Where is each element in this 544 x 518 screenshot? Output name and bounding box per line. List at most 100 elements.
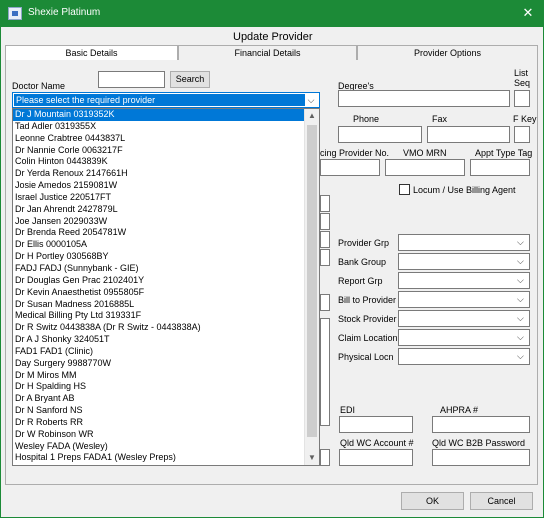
- doctor-option[interactable]: Colin Hinton 0443839K: [13, 156, 306, 168]
- appt-type-tag-label: Appt Type Tag: [475, 148, 533, 158]
- chevron-down-icon: ⌵: [517, 294, 524, 304]
- edi-label: EDI: [340, 405, 356, 415]
- dialog-heading: Update Provider: [233, 31, 313, 43]
- doctor-option[interactable]: Hospital 1 Preps FADA1 (Wesley Preps): [13, 452, 306, 464]
- fax-label: Fax: [432, 114, 448, 124]
- appt-type-tag-field[interactable]: [470, 159, 530, 176]
- doctor-option[interactable]: Dr H Portley 030568BY: [13, 251, 306, 263]
- qld-wc-b2b-field[interactable]: [432, 449, 530, 466]
- doctor-option[interactable]: Dr A J Shonky 324051T: [13, 334, 306, 346]
- hidden-field-2[interactable]: [320, 213, 330, 230]
- doctor-option[interactable]: Dr R Roberts RR: [13, 417, 306, 429]
- list-seq-field[interactable]: [514, 90, 530, 107]
- billing-provider-field[interactable]: [320, 159, 380, 176]
- billing-provider-label: cing Provider No.: [320, 148, 390, 158]
- doctor-option[interactable]: Dr Kevin Anaesthetist 0955805F: [13, 287, 306, 299]
- app-icon: [8, 7, 22, 20]
- window-title: Shexie Platinum: [28, 7, 101, 18]
- doctor-option[interactable]: Tad Adler 0319355X: [13, 121, 306, 133]
- chevron-down-icon: ⌵: [517, 313, 524, 323]
- doctor-option[interactable]: Dr M Miros MM: [13, 370, 306, 382]
- fax-field[interactable]: [427, 126, 510, 143]
- locum-checkbox[interactable]: [399, 184, 410, 195]
- doctor-select-value: Please select the required provider: [14, 94, 305, 106]
- locum-label: Locum / Use Billing Agent: [413, 185, 516, 195]
- close-icon[interactable]: ✕: [518, 4, 538, 22]
- doctor-search-input[interactable]: [98, 71, 165, 88]
- list-seq-label: List Seq: [514, 68, 531, 88]
- vmo-mrn-label: VMO MRN: [403, 148, 447, 158]
- qld-wc-b2b-label: Qld WC B2B Password: [432, 438, 526, 448]
- qld-wc-account-field[interactable]: [339, 449, 413, 466]
- chevron-down-icon[interactable]: ⌵: [304, 94, 318, 106]
- tab-financial-details[interactable]: Financial Details: [178, 45, 357, 60]
- doctor-option[interactable]: Dr Brenda Reed 2054781W: [13, 227, 306, 239]
- fkey-field[interactable]: [514, 126, 530, 143]
- ok-button[interactable]: OK: [401, 492, 464, 510]
- doctor-dropdown-list[interactable]: Dr J Mountain 0319352K Tad Adler 0319355X…: [12, 108, 320, 466]
- doctor-option[interactable]: Josie Amedos 2159081W: [13, 180, 306, 192]
- search-button[interactable]: Search: [170, 71, 210, 88]
- bank-group-select[interactable]: ⌵: [398, 253, 530, 270]
- bill-to-provider-select[interactable]: ⌵: [398, 291, 530, 308]
- doctor-option[interactable]: Dr Susan Madness 2016885L: [13, 299, 306, 311]
- doctor-option[interactable]: Dr N Sanford NS: [13, 405, 306, 417]
- provider-grp-select[interactable]: ⌵: [398, 234, 530, 251]
- doctor-select[interactable]: Please select the required provider ⌵: [12, 92, 320, 108]
- report-grp-select[interactable]: ⌵: [398, 272, 530, 289]
- doctor-option[interactable]: Dr Ellis 0000105A: [13, 239, 306, 251]
- doctor-option[interactable]: Dr Yerda Renoux 2147661H: [13, 168, 306, 180]
- bill-to-provider-label: Bill to Provider: [338, 295, 397, 305]
- stock-provider-label: Stock Provider: [338, 314, 397, 324]
- hidden-notes-area[interactable]: [320, 318, 330, 426]
- scroll-up-icon[interactable]: ▲: [305, 109, 319, 123]
- phone-label: Phone: [353, 114, 380, 124]
- qld-wc-account-label: Qld WC Account #: [340, 438, 414, 448]
- physical-locn-select[interactable]: ⌵: [398, 348, 530, 365]
- doctor-option[interactable]: Dr Douglas Gen Prac 2102401Y: [13, 275, 306, 287]
- report-grp-label: Report Grp: [338, 276, 383, 286]
- tab-basic-details[interactable]: Basic Details: [5, 45, 178, 61]
- hidden-field-5[interactable]: [320, 294, 330, 311]
- doctor-option[interactable]: Dr W Robinson WR: [13, 429, 306, 441]
- dropdown-scrollbar[interactable]: ▲ ▼: [304, 109, 319, 465]
- doctor-option[interactable]: Dr A Bryant AB: [13, 393, 306, 405]
- doctor-option[interactable]: FAD1 FAD1 (Clinic): [13, 346, 306, 358]
- claim-location-label: Claim Location: [338, 333, 398, 343]
- edi-field[interactable]: [339, 416, 413, 433]
- title-bar: Shexie Platinum ✕: [0, 0, 544, 27]
- doctor-option[interactable]: Joe Jansen 2029033W: [13, 216, 306, 228]
- provider-grp-label: Provider Grp: [338, 238, 390, 248]
- scroll-thumb[interactable]: [307, 125, 317, 437]
- tab-strip: Basic Details Financial Details Provider…: [5, 45, 538, 61]
- doctor-option[interactable]: Dr Nannie Corle 0063217F: [13, 145, 306, 157]
- doctor-option[interactable]: Leonne Crabtree 0443837L: [13, 133, 306, 145]
- cancel-button[interactable]: Cancel: [470, 492, 533, 510]
- scroll-down-icon[interactable]: ▼: [305, 451, 319, 465]
- degrees-field[interactable]: [338, 90, 510, 107]
- hidden-field-4[interactable]: [320, 249, 330, 266]
- hidden-field-1[interactable]: [320, 195, 330, 212]
- ahpra-field[interactable]: [432, 416, 530, 433]
- doctor-option[interactable]: Dr H Spalding HS: [13, 381, 306, 393]
- stock-provider-select[interactable]: ⌵: [398, 310, 530, 327]
- fkey-label: F Key: [513, 114, 537, 124]
- doctor-option[interactable]: Israel Justice 220517FT: [13, 192, 306, 204]
- chevron-down-icon: ⌵: [517, 275, 524, 285]
- claim-location-select[interactable]: ⌵: [398, 329, 530, 346]
- doctor-option[interactable]: Wesley FADA (Wesley): [13, 441, 306, 453]
- doctor-option[interactable]: Medical Billing Pty Ltd 319331F: [13, 310, 306, 322]
- hidden-field-3[interactable]: [320, 231, 330, 248]
- doctor-option[interactable]: FADJ FADJ (Sunnybank - GIE): [13, 263, 306, 275]
- doctor-option[interactable]: Dr Jan Ahrendt 2427879L: [13, 204, 306, 216]
- chevron-down-icon: ⌵: [517, 237, 524, 247]
- bank-group-label: Bank Group: [338, 257, 387, 267]
- hidden-field-6[interactable]: [320, 449, 330, 466]
- doctor-option[interactable]: Dr J Mountain 0319352K: [13, 109, 306, 121]
- chevron-down-icon: ⌵: [517, 351, 524, 361]
- doctor-option[interactable]: Day Surgery 9988770W: [13, 358, 306, 370]
- vmo-mrn-field[interactable]: [385, 159, 465, 176]
- tab-provider-options[interactable]: Provider Options: [357, 45, 538, 60]
- phone-field[interactable]: [338, 126, 422, 143]
- doctor-option[interactable]: Dr R Switz 0443838A (Dr R Switz - 044383…: [13, 322, 306, 334]
